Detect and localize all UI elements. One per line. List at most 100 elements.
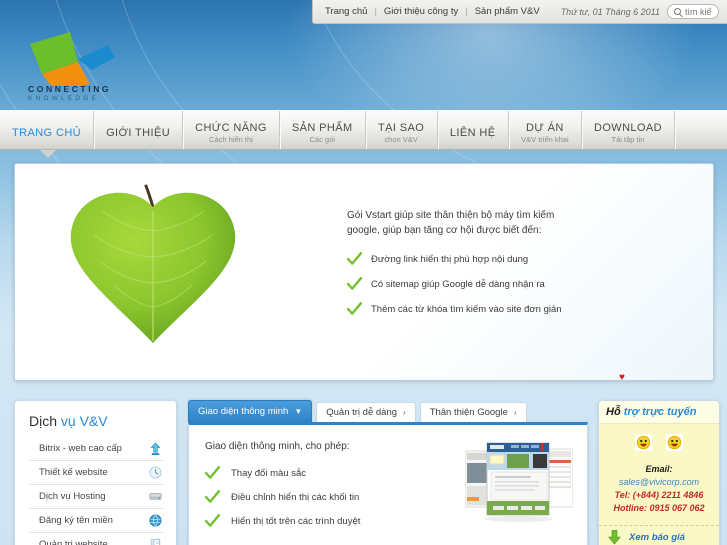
sidebar-item-3[interactable]: Đăng ký tên miền — [29, 508, 164, 532]
feature-tabs: Giao diện thông minh ▼ Quản trị dễ dàng › Th… — [188, 400, 588, 545]
globe-icon — [149, 514, 162, 527]
nav-item-2[interactable]: CHỨC NĂNG Cách hiển thị — [183, 111, 280, 149]
topbar-link-home[interactable]: Trang chủ — [325, 6, 367, 17]
tab-label: Giao diện thông minh — [198, 406, 289, 417]
check-icon — [205, 466, 220, 479]
sidebar-title: Dịch vụ V&V — [29, 413, 164, 429]
nav-item-0[interactable]: TRANG CHỦ — [0, 111, 95, 149]
active-tab-pointer — [40, 150, 56, 158]
support-contact: Email: sales@vivicorp.com Tel: (+844) 22… — [599, 463, 719, 515]
nav-item-3[interactable]: SẢN PHẨM Các gói — [280, 111, 366, 149]
banner-bullet-list: Đường link hiển thị phù hợp nội dung Có s… — [347, 252, 577, 316]
search-box[interactable] — [667, 4, 719, 19]
nav-item-1[interactable]: GIỚI THIỆU — [94, 111, 184, 149]
check-icon — [347, 252, 362, 265]
nav-item-5[interactable]: LIÊN HỆ — [438, 111, 509, 149]
check-icon — [205, 514, 220, 527]
nav-item-sublabel: V&V triển khai — [521, 134, 569, 144]
sidebar-item-2[interactable]: Dịch vụ Hosting — [29, 484, 164, 508]
banner-image-pane — [23, 170, 283, 366]
tab-label: Thân thiện Google — [429, 407, 508, 418]
clock-icon — [149, 466, 162, 479]
logo-mark — [30, 32, 115, 86]
sidebar-item-list: Bitrix - web cao cấp Thiết kế website Dịch… — [29, 437, 164, 545]
site-logo[interactable]: CONNECTING KNOWLEDGE — [12, 26, 130, 102]
sidebar-item-4[interactable]: Quản trị website — [29, 532, 164, 545]
tab-panel: Giao diện thông minh, cho phép: Thay đổi… — [188, 422, 588, 545]
sidebar-item-0[interactable]: Bitrix - web cao cấp — [29, 437, 164, 460]
topbar-link-about[interactable]: Giới thiệu công ty — [384, 6, 458, 17]
sidebar-title-part1: Dịch — [29, 413, 61, 429]
banner-lead: Gói Vstart giúp site thân thiện bộ máy t… — [347, 210, 555, 236]
banner-text: Gói Vstart giúp site thân thiện bộ máy t… — [347, 208, 577, 327]
banner-bullet-text: Đường link hiển thị phù hợp nội dung — [371, 253, 529, 265]
smiley-icon[interactable] — [635, 434, 652, 451]
nav-item-label: DOWNLOAD — [594, 121, 662, 134]
banner-bullet-text: Thêm các từ khóa tìm kiếm vào site đơn g… — [371, 303, 562, 315]
nav-item-sublabel: Tải tập tin — [611, 134, 645, 144]
lower-section: Dịch vụ V&V Bitrix - web cao cấp Thiết kế… — [0, 390, 727, 545]
google-logo-cluster: Google Search Google Alerts Google Analy… — [567, 371, 707, 381]
support-email[interactable]: sales@vivicorp.com — [599, 476, 719, 489]
tab-bullet-text: Thay đổi màu sắc — [231, 467, 306, 479]
nav-item-label: GIỚI THIỆU — [106, 126, 171, 139]
theme-screenshots-image — [464, 439, 574, 525]
tab-bullet-text: Hiển thị tốt trên các trình duyệt — [231, 515, 361, 527]
tab-1[interactable]: Quản trị dễ dàng › — [316, 402, 416, 422]
upload-icon — [150, 442, 161, 455]
sidebar-item-label: Thiết kế website — [39, 467, 108, 478]
support-tel: Tel: (+844) 2211 4846 — [614, 490, 704, 500]
leaf-image — [23, 170, 283, 366]
nav-item-label: TẠI SAO — [378, 121, 425, 134]
topbar: Trang chủ | Giới thiệu công ty | Sản phẩ… — [312, 0, 727, 24]
tab-0[interactable]: Giao diện thông minh ▼ — [188, 400, 313, 422]
nav-item-label: SẢN PHẨM — [291, 121, 353, 134]
tab-strip: Giao diện thông minh ▼ Quản trị dễ dàng › Th… — [188, 400, 588, 422]
nav-item-label: DỰ ÁN — [526, 121, 564, 134]
nav-item-6[interactable]: DỰ ÁN V&V triển khai — [509, 111, 582, 149]
support-title-part2: trợ trực tuyến — [623, 406, 697, 418]
tab-2[interactable]: Thân thiện Google › — [419, 402, 527, 422]
logo-line-2: KNOWLEDGE — [28, 95, 100, 102]
view-quote-label: Xem báo giá — [629, 532, 685, 543]
nav-item-7[interactable]: DOWNLOAD Tải tập tin — [582, 111, 675, 149]
banner-bullet-2: Thêm các từ khóa tìm kiếm vào site đơn g… — [347, 302, 577, 316]
document-icon — [150, 538, 161, 545]
nav-item-sublabel: Các gói — [309, 134, 335, 144]
sidebar-item-label: Bitrix - web cao cấp — [39, 443, 122, 454]
check-icon — [347, 277, 362, 290]
check-icon — [205, 490, 220, 503]
server-icon — [149, 493, 162, 500]
banner-bullet-1: Có sitemap giúp Google dễ dàng nhận ra — [347, 277, 577, 291]
sidebar-item-1[interactable]: Thiết kế website — [29, 460, 164, 484]
topbar-separator: | — [374, 6, 377, 17]
search-icon — [674, 8, 681, 15]
sidebar-item-label: Đăng ký tên miền — [39, 515, 113, 526]
chevron-icon: › — [513, 408, 517, 417]
support-title: Hỗ trợ trực tuyến — [599, 401, 719, 424]
sidebar-title-part2: vụ V&V — [60, 413, 108, 429]
chevron-icon: ▼ — [294, 407, 303, 416]
support-email-label: Email: — [645, 464, 673, 474]
support-hotline: Hotline: 0915 067 062 — [613, 503, 705, 513]
nav-item-4[interactable]: TẠI SAO chọn V&V — [366, 111, 438, 149]
topbar-link-products[interactable]: Sản phẩm V&V — [475, 6, 540, 17]
chevron-icon: › — [403, 408, 406, 417]
services-sidebar: Dịch vụ V&V Bitrix - web cao cấp Thiết kế… — [14, 400, 177, 545]
sidebar-item-label: Quản trị website — [39, 539, 108, 545]
logo-text: CONNECTING KNOWLEDGE — [28, 84, 111, 102]
smiley-icon[interactable] — [666, 434, 683, 451]
search-input[interactable] — [685, 6, 712, 17]
nav-filler — [675, 111, 727, 149]
hero-banner: Gói Vstart giúp site thân thiện bộ máy t… — [14, 163, 714, 381]
nav-item-label: LIÊN HỆ — [449, 126, 496, 139]
current-date: Thứ tư, 01 Tháng 6 2011 — [560, 6, 660, 17]
nav-item-sublabel: chọn V&V — [384, 134, 418, 144]
download-arrow-icon — [608, 530, 621, 545]
nav-item-label: TRANG CHỦ — [12, 126, 82, 139]
online-support-panel: Hỗ trợ trực tuyến Email: sales@vivicorp.… — [598, 400, 720, 545]
view-quote-link[interactable]: Xem báo giá — [599, 525, 719, 545]
banner-bullet-0: Đường link hiển thị phù hợp nội dung — [347, 252, 577, 266]
banner-bullet-text: Có sitemap giúp Google dễ dàng nhận ra — [371, 278, 545, 290]
check-icon — [347, 302, 362, 315]
